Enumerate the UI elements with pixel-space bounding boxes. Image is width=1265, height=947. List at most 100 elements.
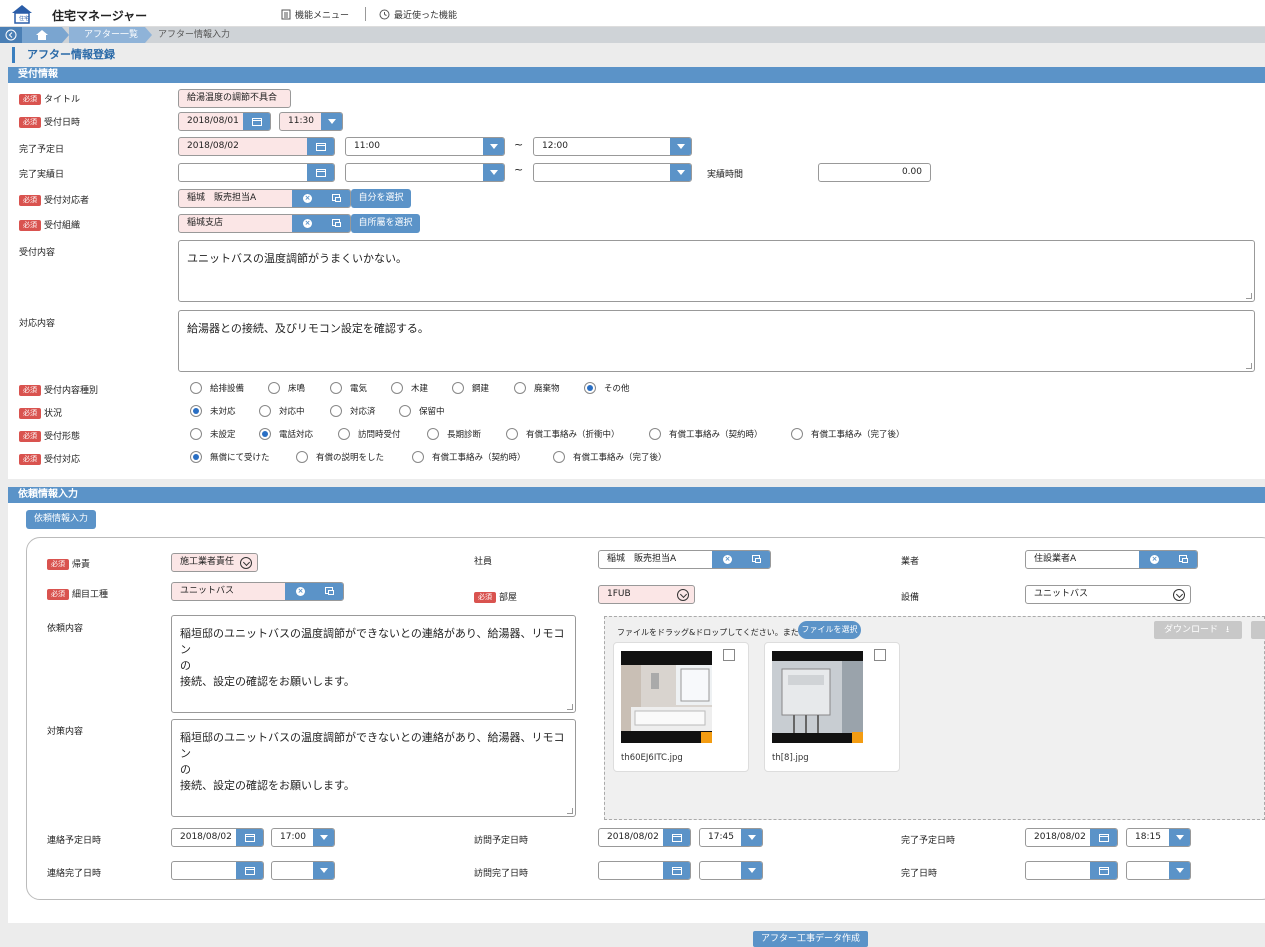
complete-plan-time[interactable]: 18:15: [1126, 828, 1191, 847]
water-heater-photo[interactable]: [772, 651, 863, 743]
radio-button[interactable]: [259, 405, 271, 417]
form-option[interactable]: 訪問時受付: [338, 428, 401, 440]
dropdown-arrow-icon[interactable]: [1169, 862, 1190, 879]
radio-button[interactable]: [506, 428, 518, 440]
dropdown-arrow-icon[interactable]: [1169, 829, 1190, 846]
chevron-down-icon[interactable]: [240, 557, 252, 569]
radio-button[interactable]: [330, 382, 342, 394]
crumb-after-list[interactable]: アフター一覧: [69, 27, 145, 43]
form-option[interactable]: 長期診断: [427, 428, 481, 440]
contact-done-time[interactable]: [271, 861, 335, 880]
radio-button[interactable]: [190, 382, 202, 394]
calendar-icon[interactable]: [663, 862, 690, 879]
category-option[interactable]: 鋼建: [452, 382, 489, 394]
employee-input[interactable]: 稲城 販売担当A ×: [598, 550, 771, 569]
clear-icon[interactable]: ×: [712, 551, 742, 568]
dropdown-arrow-icon[interactable]: [483, 164, 504, 181]
dropdown-arrow-icon[interactable]: [483, 138, 504, 155]
measure-textarea[interactable]: 稲垣邸のユニットバスの温度調節ができないとの連絡があり、給湯器、リモコン の 接…: [171, 719, 576, 817]
category-option[interactable]: 廃棄物: [514, 382, 560, 394]
resize-grip-icon[interactable]: [1246, 363, 1252, 369]
visit-done-time[interactable]: [699, 861, 763, 880]
radio-button[interactable]: [338, 428, 350, 440]
planned-from-select[interactable]: 11:00: [345, 137, 505, 156]
room-select[interactable]: 1FUB: [598, 585, 695, 604]
radio-button[interactable]: [190, 405, 202, 417]
actual-date-input[interactable]: [178, 163, 335, 182]
form-option[interactable]: 未設定: [190, 428, 236, 440]
recent-functions-link[interactable]: 最近使った機能: [379, 8, 457, 21]
complete-done-date[interactable]: [1025, 861, 1118, 880]
radio-button[interactable]: [649, 428, 661, 440]
actual-to-select[interactable]: [533, 163, 692, 182]
radio-button[interactable]: [452, 382, 464, 394]
radio-button[interactable]: [190, 451, 202, 463]
form-option[interactable]: 電話対応: [259, 428, 313, 440]
reception-response-option[interactable]: 有償工事絡み（契約時）: [412, 451, 526, 463]
clear-icon[interactable]: ×: [285, 583, 315, 600]
category-option[interactable]: 給排設備: [190, 382, 244, 394]
complete-plan-date[interactable]: 2018/08/02: [1025, 828, 1118, 847]
dropdown-arrow-icon[interactable]: [313, 862, 334, 879]
actual-from-select[interactable]: [345, 163, 505, 182]
lookup-window-icon[interactable]: [315, 583, 343, 600]
app-logo-icon[interactable]: 住宅: [10, 3, 40, 24]
calendar-icon[interactable]: [663, 829, 690, 846]
resize-grip-icon[interactable]: [567, 808, 573, 814]
reception-time-select[interactable]: 11:30: [279, 112, 343, 131]
file-checkbox[interactable]: [723, 649, 735, 661]
function-menu-link[interactable]: 機能メニュー: [281, 8, 349, 21]
response-textarea[interactable]: 給湯器との接続、及びリモコン設定を確認する。: [178, 310, 1255, 372]
resize-grip-icon[interactable]: [567, 704, 573, 710]
visit-plan-date[interactable]: 2018/08/02: [598, 828, 691, 847]
contact-plan-date[interactable]: 2018/08/02: [171, 828, 264, 847]
reception-response-option[interactable]: 無償にて受けた: [190, 451, 270, 463]
reception-date-input[interactable]: 2018/08/01: [178, 112, 271, 131]
planned-date-input[interactable]: 2018/08/02: [178, 137, 335, 156]
actual-hours-input[interactable]: 0.00: [818, 163, 931, 182]
clear-icon[interactable]: ×: [292, 215, 322, 232]
form-option[interactable]: 有償工事絡み（契約時）: [649, 428, 763, 440]
content-textarea[interactable]: ユニットバスの温度調節がうまくいかない。: [178, 240, 1255, 302]
vendor-input[interactable]: 住設業者A ×: [1025, 550, 1198, 569]
equipment-select[interactable]: ユニットバス: [1025, 585, 1191, 604]
radio-button[interactable]: [259, 428, 271, 440]
calendar-icon[interactable]: [236, 829, 263, 846]
back-button[interactable]: [0, 27, 22, 43]
file-card[interactable]: th60EJ6ITC.jpg: [613, 642, 749, 772]
radio-button[interactable]: [296, 451, 308, 463]
planned-to-select[interactable]: 12:00: [533, 137, 692, 156]
lookup-window-icon[interactable]: [1169, 551, 1197, 568]
status-option[interactable]: 対応中: [259, 405, 305, 417]
radio-button[interactable]: [399, 405, 411, 417]
contact-plan-time[interactable]: 17:00: [271, 828, 335, 847]
dropdown-arrow-icon[interactable]: [670, 164, 691, 181]
status-option[interactable]: 対応済: [330, 405, 376, 417]
calendar-icon[interactable]: [307, 164, 334, 181]
form-option[interactable]: 有償工事絡み（完了後）: [791, 428, 905, 440]
select-own-org-button[interactable]: 自所屬を選択: [351, 214, 420, 233]
calendar-icon[interactable]: [1090, 862, 1117, 879]
contact-done-date[interactable]: [171, 861, 264, 880]
request-content-textarea[interactable]: 稲垣邸のユニットバスの温度調節ができないとの連絡があり、給湯器、リモコン の 接…: [171, 615, 576, 713]
status-option[interactable]: 未対応: [190, 405, 236, 417]
lookup-window-icon[interactable]: [742, 551, 770, 568]
lookup-window-icon[interactable]: [322, 215, 350, 232]
dropdown-arrow-icon[interactable]: [741, 862, 762, 879]
calendar-icon[interactable]: [236, 862, 263, 879]
reception-response-option[interactable]: 有償工事絡み（完了後）: [553, 451, 667, 463]
calendar-icon[interactable]: [307, 138, 334, 155]
chevron-down-icon[interactable]: [677, 589, 689, 601]
work-type-input[interactable]: ユニットバス ×: [171, 582, 344, 601]
radio-button[interactable]: [391, 382, 403, 394]
status-option[interactable]: 保留中: [399, 405, 445, 417]
radio-button[interactable]: [268, 382, 280, 394]
chevron-down-icon[interactable]: [1173, 589, 1185, 601]
calendar-icon[interactable]: [1090, 829, 1117, 846]
clear-icon[interactable]: ×: [1139, 551, 1169, 568]
request-tab[interactable]: 依頼情報入力: [26, 510, 96, 529]
dropdown-arrow-icon[interactable]: [313, 829, 334, 846]
calendar-icon[interactable]: [243, 113, 270, 130]
radio-button[interactable]: [330, 405, 342, 417]
select-self-button[interactable]: 自分を選択: [351, 189, 411, 208]
